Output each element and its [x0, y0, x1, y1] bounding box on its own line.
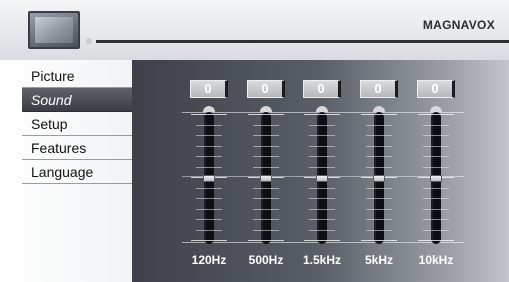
slider-tick: [309, 125, 335, 126]
slider-tick: [196, 209, 222, 210]
slider-tick: [366, 146, 392, 147]
menu-item-sound[interactable]: Sound: [22, 88, 132, 112]
slider-tick: [423, 156, 449, 157]
slider-tick: [423, 135, 449, 136]
slider-tick: [309, 156, 335, 157]
slider-tick: [423, 198, 449, 199]
slider-tick: [423, 125, 449, 126]
slider-tick: [423, 146, 449, 147]
equalizer-panel: 0 120Hz 0 500Hz 0 1.5kHz 0 5kHz 0 10kHz: [132, 60, 509, 282]
slider-knob[interactable]: [203, 175, 215, 182]
brand-logo: MAGNAVOX: [422, 18, 495, 32]
slider-tick: [423, 209, 449, 210]
slider-tick: [366, 125, 392, 126]
slider-tick: [196, 146, 222, 147]
slider-tick: [366, 198, 392, 199]
slider-tick: [253, 230, 279, 231]
slider-tick: [304, 240, 340, 241]
slider-tick: [309, 230, 335, 231]
slider-10khz[interactable]: [406, 106, 466, 244]
slider-tick: [253, 198, 279, 199]
slider-tick: [366, 209, 392, 210]
menu-item-language[interactable]: Language: [22, 160, 132, 184]
slider-tick: [196, 198, 222, 199]
slider-tick: [309, 135, 335, 136]
slider-tick: [248, 240, 284, 241]
slider-1-5khz[interactable]: [292, 106, 352, 244]
band-label-120hz: 120Hz: [191, 253, 227, 267]
band-value-10khz: 0: [417, 80, 455, 98]
slider-tick: [196, 135, 222, 136]
slider-tick: [253, 125, 279, 126]
slider-tick: [196, 230, 222, 231]
slider-tick: [196, 188, 222, 189]
slider-tick: [423, 167, 449, 168]
slider-tick: [309, 167, 335, 168]
menu-item-features[interactable]: Features: [22, 136, 132, 160]
band-value-500hz: 0: [247, 80, 285, 98]
slider-tick: [361, 114, 397, 115]
slider-tick: [191, 240, 227, 241]
slider-tick: [248, 114, 284, 115]
slider-tick: [423, 230, 449, 231]
slider-knob[interactable]: [430, 175, 442, 182]
menu-item-setup[interactable]: Setup: [22, 112, 132, 136]
slider-tick: [253, 219, 279, 220]
sound-menu-screen: MAGNAVOX Picture Sound Setup Features La…: [0, 0, 509, 282]
slider-tick: [366, 156, 392, 157]
slider-tick: [304, 114, 340, 115]
slider-tick: [253, 209, 279, 210]
slider-knob[interactable]: [373, 175, 385, 182]
slider-tick: [309, 198, 335, 199]
slider-tick: [253, 167, 279, 168]
slider-knob[interactable]: [316, 175, 328, 182]
header-divider: [96, 40, 509, 43]
slider-tick: [418, 240, 454, 241]
slider-tick: [366, 219, 392, 220]
band-label-10khz: 10kHz: [418, 253, 454, 267]
band-label-1-5khz: 1.5kHz: [302, 253, 342, 267]
slider-tick: [196, 167, 222, 168]
band-label-500hz: 500Hz: [248, 253, 284, 267]
slider-tick: [309, 146, 335, 147]
slider-tick: [366, 188, 392, 189]
slider-tick: [253, 156, 279, 157]
slider-tick: [253, 135, 279, 136]
main-menu: Picture Sound Setup Features Language: [0, 60, 132, 282]
slider-knob[interactable]: [260, 175, 272, 182]
slider-5khz[interactable]: [349, 106, 409, 244]
header-dot: [86, 38, 92, 44]
slider-tick: [366, 135, 392, 136]
tv-icon: [28, 11, 80, 49]
slider-120hz[interactable]: [179, 106, 239, 244]
slider-tick: [423, 219, 449, 220]
slider-tick: [361, 240, 397, 241]
slider-tick: [309, 188, 335, 189]
slider-tick: [418, 114, 454, 115]
header-bar: MAGNAVOX: [0, 0, 509, 60]
band-value-120hz: 0: [190, 80, 228, 98]
slider-tick: [196, 219, 222, 220]
slider-500hz[interactable]: [236, 106, 296, 244]
slider-tick: [309, 219, 335, 220]
slider-tick: [191, 114, 227, 115]
slider-tick: [366, 167, 392, 168]
slider-tick: [196, 156, 222, 157]
slider-tick: [196, 125, 222, 126]
band-value-5khz: 0: [360, 80, 398, 98]
menu-item-picture[interactable]: Picture: [22, 64, 132, 88]
slider-tick: [253, 188, 279, 189]
slider-tick: [309, 209, 335, 210]
slider-tick: [366, 230, 392, 231]
slider-tick: [253, 146, 279, 147]
band-value-1-5khz: 0: [303, 80, 341, 98]
band-label-5khz: 5kHz: [364, 253, 393, 267]
slider-tick: [423, 188, 449, 189]
